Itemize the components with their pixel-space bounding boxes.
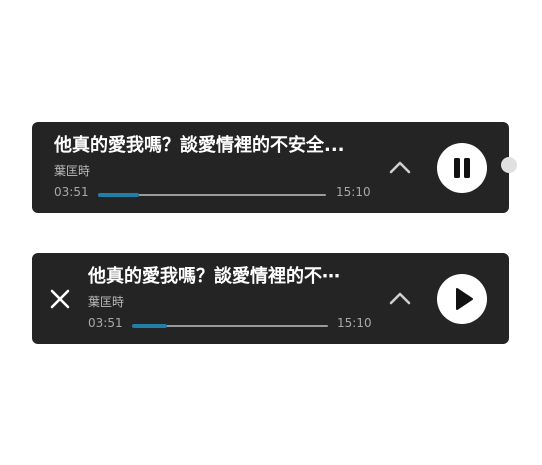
episode-title[interactable]: 他真的愛我嗎？談愛情裡的不安全... — [54, 134, 374, 158]
episode-title[interactable]: 他真的愛我嗎？談愛情裡的不⋯ — [88, 265, 360, 289]
progress-fill — [132, 324, 168, 328]
play-button[interactable] — [437, 274, 487, 324]
progress-bar[interactable] — [132, 324, 328, 328]
stage: 他真的愛我嗎？談愛情裡的不安全... 葉匡時 03:51 15:10 他真的愛我… — [0, 0, 542, 465]
chevron-up-icon[interactable] — [386, 285, 414, 313]
total-time: 15:10 — [337, 316, 372, 330]
current-time: 03:51 — [88, 316, 123, 330]
drag-handle[interactable] — [501, 157, 517, 173]
chevron-up-icon[interactable] — [386, 154, 414, 182]
total-time: 15:10 — [336, 185, 371, 199]
current-time: 03:51 — [54, 185, 89, 199]
pause-icon — [454, 158, 470, 178]
episode-author: 葉匡時 — [54, 164, 91, 178]
mini-player-playing[interactable]: 他真的愛我嗎？談愛情裡的不安全... 葉匡時 03:51 15:10 — [32, 122, 509, 213]
progress-bar[interactable] — [98, 193, 326, 197]
pause-button[interactable] — [437, 143, 487, 193]
episode-author: 葉匡時 — [88, 295, 125, 309]
play-icon — [456, 288, 473, 310]
close-icon[interactable] — [46, 285, 74, 313]
mini-player-paused[interactable]: 他真的愛我嗎？談愛情裡的不⋯ 葉匡時 03:51 15:10 — [32, 253, 509, 344]
progress-fill — [98, 193, 140, 197]
